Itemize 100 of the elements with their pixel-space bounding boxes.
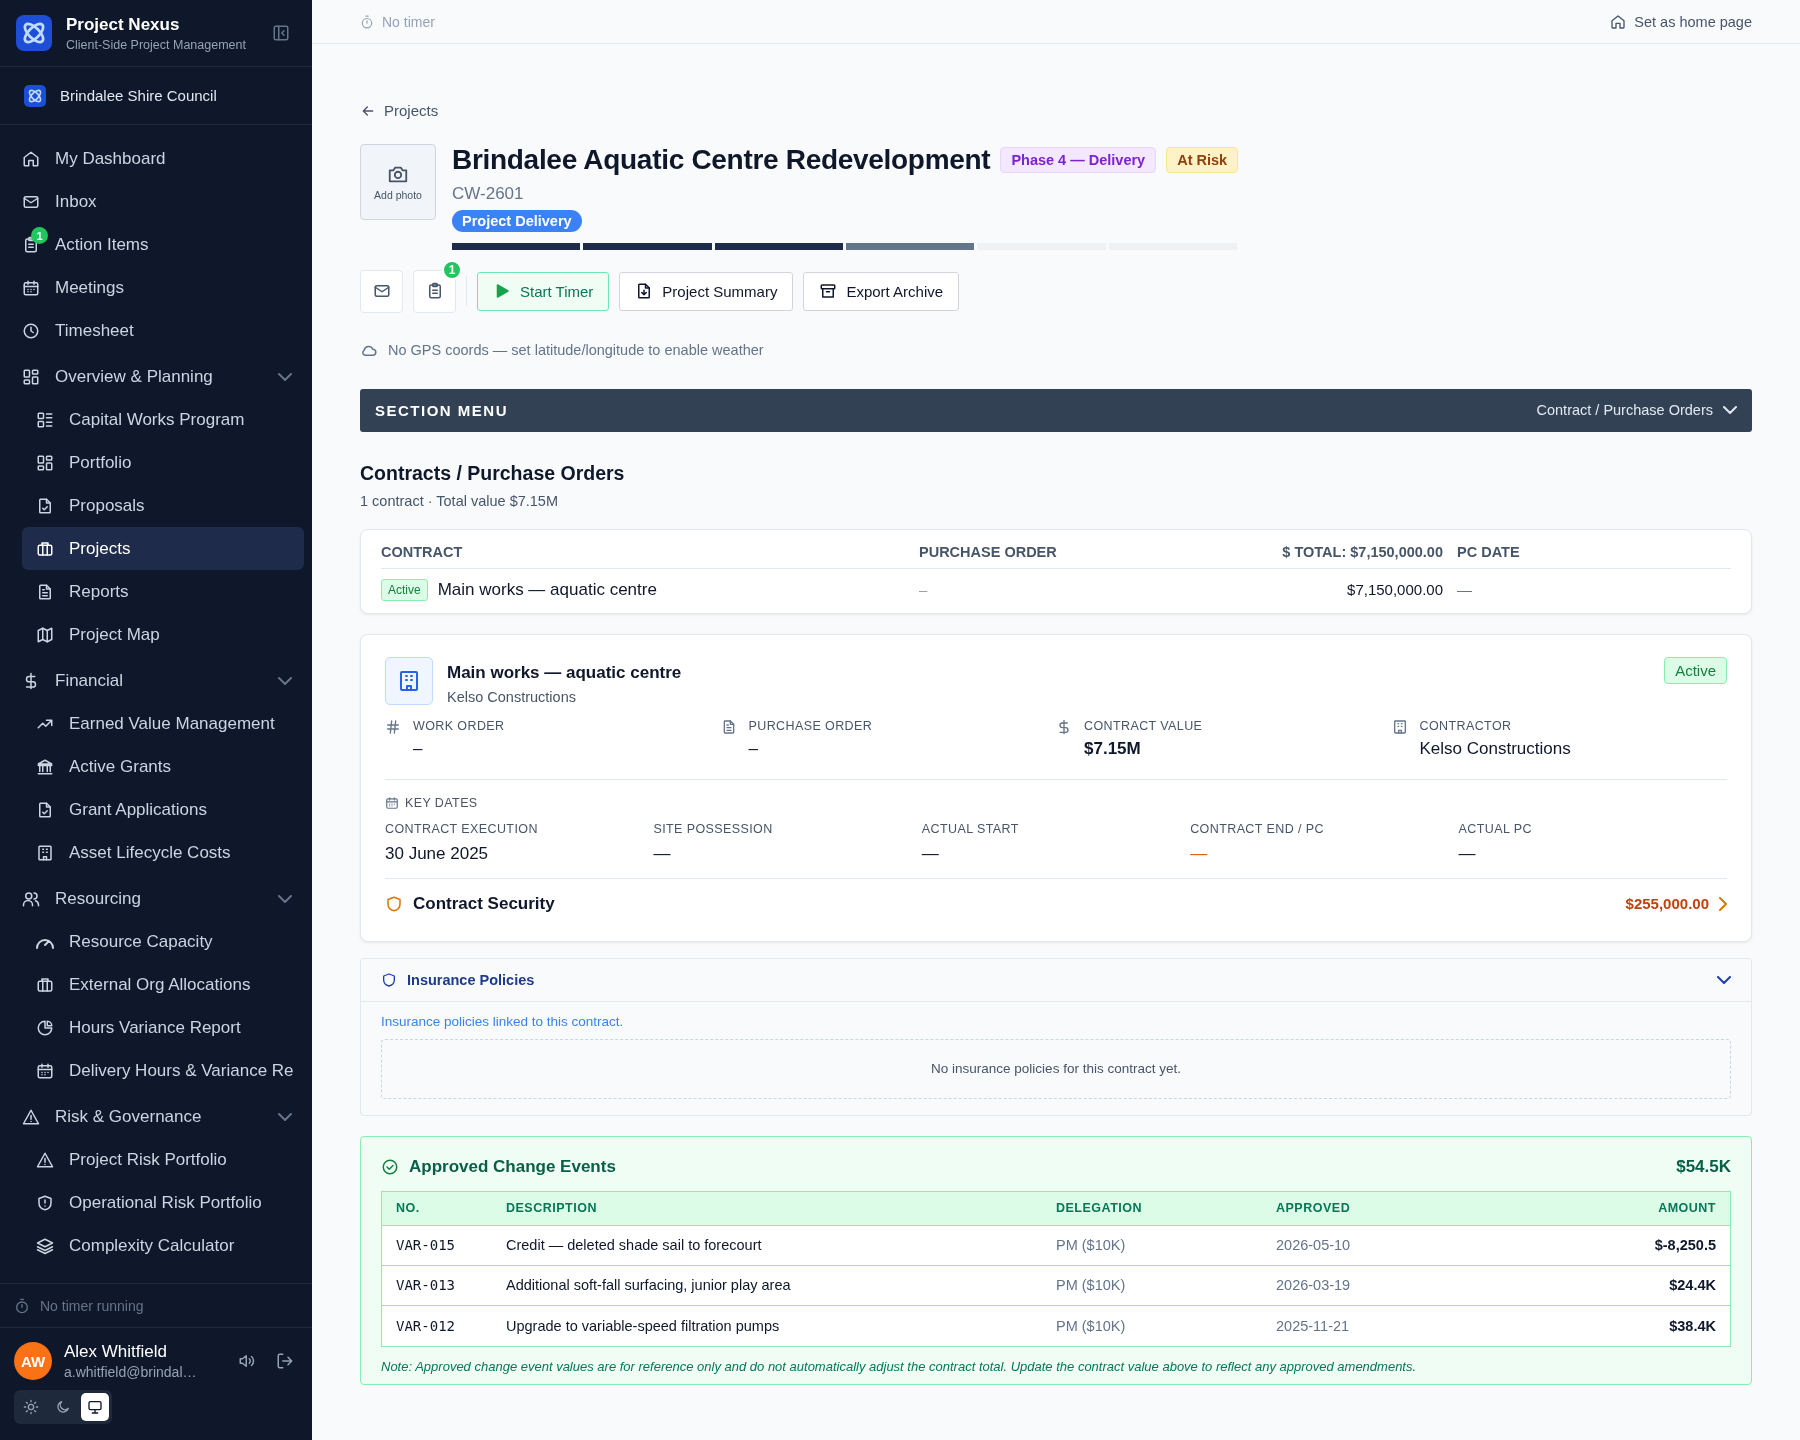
nav-item[interactable]: Asset Lifecycle Costs: [22, 831, 304, 874]
dollar-icon: [1056, 718, 1072, 735]
back-link[interactable]: Projects: [360, 102, 439, 119]
column-header: CONTRACT: [381, 543, 464, 560]
map-icon: [36, 625, 54, 644]
contract-link[interactable]: Main works — aquatic centre: [437, 579, 657, 600]
nav-item[interactable]: Grant Applications: [22, 788, 304, 831]
column-header: NO.: [396, 1201, 421, 1215]
nav-item[interactable]: Capital Works Program: [22, 398, 304, 441]
field-label: CONTRACT VALUE: [1084, 718, 1203, 733]
chevron-right-icon[interactable]: [1719, 896, 1727, 911]
nav-item[interactable]: Resource Capacity: [22, 920, 304, 963]
date-label: CONTRACT END / PC: [1190, 821, 1325, 836]
nav-item[interactable]: Timesheet: [22, 309, 304, 352]
field-label: WORK ORDER: [413, 718, 505, 733]
add-photo-button[interactable]: Add photo: [360, 143, 436, 220]
table-cell-text: –: [919, 581, 929, 598]
nav-group-header[interactable]: Risk & Governance: [22, 1095, 304, 1138]
building-icon: [397, 668, 421, 693]
nav-item[interactable]: My Dashboard: [22, 137, 304, 180]
insurance-header[interactable]: Insurance Policies: [361, 958, 1751, 1002]
moon-icon: [55, 1399, 71, 1415]
date-label: SITE POSSESSION: [653, 821, 774, 836]
user-email: a.whitfield@brindal…: [64, 1364, 198, 1380]
column-header: AMOUNT: [1657, 1201, 1716, 1215]
notification-badge: 1: [31, 227, 48, 244]
weather-note: No GPS coords — set latitude/longitude to enable weather: [388, 341, 764, 358]
risk-badge: At Risk: [1166, 146, 1239, 173]
building-icon: [1391, 718, 1408, 735]
list-icon: [36, 410, 54, 429]
calendar-icon: [385, 795, 399, 810]
stage-badge: Project Delivery: [452, 209, 582, 232]
nav-group-header[interactable]: Financial: [22, 659, 304, 702]
nav-item[interactable]: External Org Allocations: [22, 963, 304, 1006]
project-title: Brindalee Aquatic Centre Redevelopment: [452, 143, 991, 176]
date-label: ACTUAL START: [921, 821, 1020, 836]
nav-item[interactable]: Active Grants: [22, 745, 304, 788]
nav-item[interactable]: Project Map: [22, 613, 304, 656]
table-cell-text: 2026-05-10: [1276, 1237, 1352, 1253]
organization-switcher[interactable]: Brindalee Shire Council: [0, 67, 312, 125]
table-cell-text: Credit — deleted shade sail to forecourt: [506, 1237, 763, 1253]
theme-toggle[interactable]: [81, 1393, 109, 1421]
start-timer-button[interactable]: Start Timer: [477, 271, 610, 311]
insurance-description: Insurance policies linked to this contract.: [381, 1013, 625, 1029]
table-cell-text: $-8,250.5: [1653, 1237, 1716, 1253]
timer-status: No timer: [382, 13, 435, 30]
sidebar-panel-icon: [272, 24, 290, 42]
date-value: —: [1190, 843, 1209, 864]
stopwatch-icon: [14, 1297, 30, 1314]
column-header: DELEGATION: [1056, 1201, 1144, 1215]
document-check-icon: [36, 496, 54, 515]
chevron-down-icon: [278, 1112, 292, 1121]
grid-icon: [36, 453, 54, 472]
avatar: AW: [14, 1342, 52, 1380]
nav-item[interactable]: Reports: [22, 570, 304, 613]
export-archive-button[interactable]: Export Archive: [803, 271, 960, 311]
document-check-icon: [36, 800, 54, 819]
column-header: APPROVED: [1276, 1201, 1352, 1215]
table-cell-text: 2026-03-19: [1276, 1277, 1352, 1293]
nav-item[interactable]: Portfolio: [22, 441, 304, 484]
nav-item[interactable]: Projects: [22, 527, 304, 570]
field-value: –: [748, 738, 759, 759]
nav-item[interactable]: Earned Value Management: [22, 702, 304, 745]
nav-item[interactable]: Delivery Hours & Variance Re: [22, 1049, 304, 1092]
chevron-down-icon: [278, 676, 292, 685]
nav-item[interactable]: Inbox: [22, 180, 304, 223]
field-label: CONTRACTOR: [1419, 718, 1513, 733]
chevron-down-icon: [1717, 975, 1731, 984]
section-menu-title: SECTION MENU: [375, 401, 508, 419]
section-dropdown[interactable]: Contract / Purchase Orders: [1536, 402, 1737, 418]
nav-item[interactable]: Project Risk Portfolio: [22, 1138, 304, 1181]
set-home-page-link[interactable]: Set as home page: [1610, 13, 1752, 30]
nav-item[interactable]: Hours Variance Report: [22, 1006, 304, 1049]
layers-icon: [36, 1236, 54, 1255]
column-header: $ TOTAL: $7,150,000.00: [1281, 543, 1444, 560]
nav-item[interactable]: 1 Action Items: [22, 223, 304, 266]
warning-icon: [22, 1107, 40, 1126]
nav-group-header[interactable]: Resourcing: [22, 877, 304, 920]
nav-item[interactable]: Meetings: [22, 266, 304, 309]
table-cell-text: Upgrade to variable-speed filtration pumps: [506, 1317, 781, 1334]
date-value: 30 June 2025: [385, 843, 490, 864]
contract-name: Main works — aquatic centre: [447, 662, 683, 683]
date-value: —: [921, 843, 940, 864]
project-summary-button[interactable]: Project Summary: [619, 271, 794, 311]
table-cell-text: VAR-013: [396, 1277, 456, 1293]
change-events-total: $54.5K: [1676, 1156, 1731, 1177]
phase-badge: Phase 4 — Delivery: [1000, 146, 1157, 173]
field-label: PURCHASE ORDER: [748, 718, 873, 733]
nav-group-header[interactable]: Overview & Planning: [22, 355, 304, 398]
date-value: —: [653, 843, 672, 864]
home-icon: [22, 149, 40, 168]
collapse-sidebar-button[interactable]: [272, 24, 290, 42]
column-header: DESCRIPTION: [506, 1201, 598, 1215]
contract-security-amount: $255,000.00: [1625, 895, 1709, 912]
nav-item[interactable]: Proposals: [22, 484, 304, 527]
nav-item[interactable]: Complexity Calculator: [22, 1224, 304, 1267]
email-button[interactable]: [360, 269, 403, 313]
clock-icon: [22, 321, 40, 340]
nav-item[interactable]: Operational Risk Portfolio: [22, 1181, 304, 1224]
key-dates-label: KEY DATES: [405, 795, 478, 810]
